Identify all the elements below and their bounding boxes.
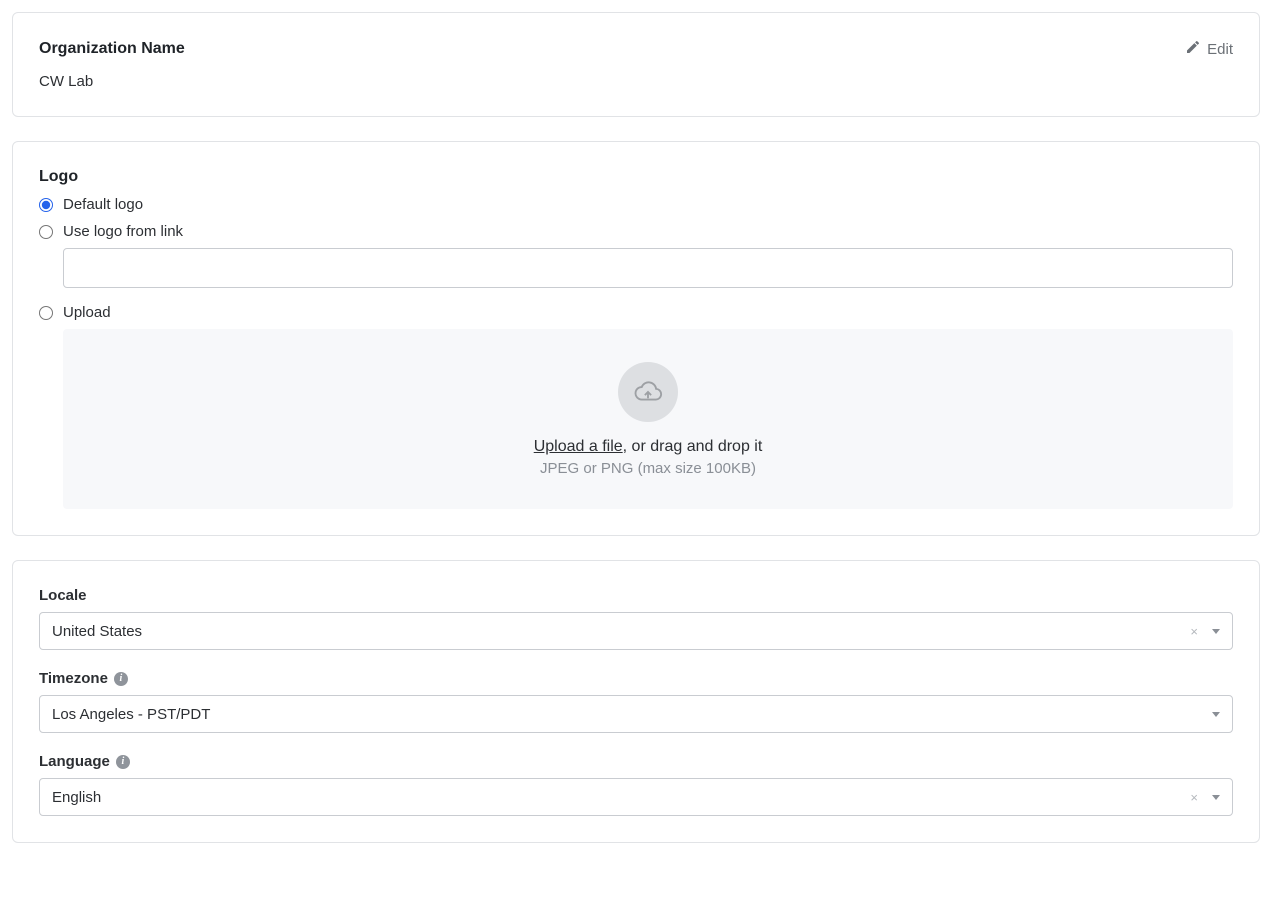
locale-value: United States — [52, 623, 1182, 640]
pencil-icon — [1185, 39, 1201, 59]
logo-default-radio[interactable] — [39, 198, 53, 212]
organization-name-card: Organization Name Edit CW Lab — [12, 12, 1260, 117]
timezone-select[interactable]: Los Angeles - PST/PDT — [39, 695, 1233, 733]
edit-label: Edit — [1207, 41, 1233, 58]
edit-button[interactable]: Edit — [1185, 39, 1233, 59]
language-select[interactable]: English × — [39, 778, 1233, 816]
cloud-upload-icon — [618, 362, 678, 422]
locale-card: Locale United States × Timezone i Los An… — [12, 560, 1260, 843]
logo-default-label[interactable]: Default logo — [63, 196, 143, 213]
upload-dropzone[interactable]: Upload a file, or drag and drop it JPEG … — [63, 329, 1233, 509]
organization-name-value: CW Lab — [39, 73, 1233, 90]
chevron-down-icon — [1212, 712, 1220, 717]
language-value: English — [52, 789, 1182, 806]
upload-rest-text: , or drag and drop it — [623, 438, 763, 455]
locale-select[interactable]: United States × — [39, 612, 1233, 650]
info-icon[interactable]: i — [114, 672, 128, 686]
upload-file-link[interactable]: Upload a file — [534, 438, 623, 455]
upload-text: Upload a file, or drag and drop it — [534, 438, 763, 456]
upload-hint: JPEG or PNG (max size 100KB) — [540, 460, 756, 477]
info-icon[interactable]: i — [116, 755, 130, 769]
organization-name-title: Organization Name — [39, 40, 185, 58]
chevron-down-icon — [1212, 629, 1220, 634]
locale-clear-icon[interactable]: × — [1182, 624, 1206, 639]
logo-upload-label[interactable]: Upload — [63, 304, 111, 321]
logo-link-input[interactable] — [63, 248, 1233, 288]
logo-link-radio[interactable] — [39, 225, 53, 239]
logo-link-label[interactable]: Use logo from link — [63, 223, 183, 240]
language-label: Language — [39, 753, 110, 770]
logo-card: Logo Default logo Use logo from link Upl… — [12, 141, 1260, 536]
language-clear-icon[interactable]: × — [1182, 790, 1206, 805]
logo-title: Logo — [39, 168, 1233, 186]
timezone-label: Timezone — [39, 670, 108, 687]
logo-upload-radio[interactable] — [39, 306, 53, 320]
timezone-value: Los Angeles - PST/PDT — [52, 706, 1206, 723]
chevron-down-icon — [1212, 795, 1220, 800]
locale-label: Locale — [39, 587, 87, 604]
